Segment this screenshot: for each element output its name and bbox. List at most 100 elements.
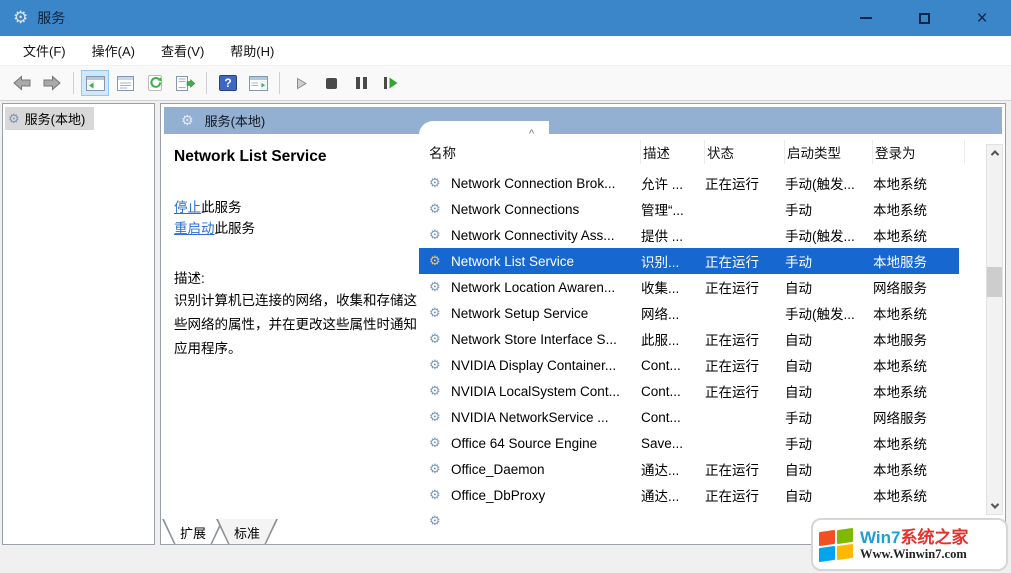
cell-status: 正在运行	[705, 177, 759, 192]
export-list-button[interactable]	[171, 70, 199, 96]
cell-startup-type: 手动(触发...	[785, 307, 855, 322]
list-scrollbar[interactable]	[986, 144, 1003, 515]
cell-status: 正在运行	[705, 359, 759, 374]
cell-name: Office_Daemon	[451, 461, 545, 477]
toolbar-separator	[73, 72, 74, 94]
cell-logon-as: 本地系统	[873, 229, 927, 244]
service-rows: ⚙ Network Connection Brok... 允许 ... 正在运行…	[419, 170, 986, 534]
cell-logon-as: 本地系统	[873, 307, 927, 322]
stop-service-action: 停止此服务	[174, 196, 242, 216]
cell-startup-type: 自动	[785, 463, 812, 478]
restart-service-suffix: 此服务	[214, 221, 256, 236]
column-header-name[interactable]: 名称	[427, 140, 641, 164]
services-app-icon: ⚙	[13, 8, 29, 27]
cell-startup-type: 自动	[785, 359, 812, 374]
tab-extended[interactable]: 扩展	[162, 519, 224, 544]
cell-startup-type: 自动	[785, 489, 812, 504]
cell-status: 正在运行	[705, 333, 759, 348]
show-console-tree-icon	[85, 75, 105, 91]
menu-view[interactable]: 查看(V)	[148, 36, 217, 65]
column-header-description[interactable]: 描述	[641, 140, 705, 164]
scroll-down-button[interactable]	[987, 498, 1002, 514]
table-row[interactable]: ⚙ NVIDIA LocalSystem Cont... Cont... 正在运…	[419, 378, 986, 404]
watermark-brand: Win7系统之家	[860, 527, 969, 547]
close-button[interactable]: ×	[953, 0, 1011, 36]
cell-status: 正在运行	[705, 385, 759, 400]
cell-description: 管理“...	[641, 203, 684, 218]
service-gear-icon: ⚙	[429, 487, 441, 502]
cell-name: Office 64 Source Engine	[451, 435, 598, 451]
table-row[interactable]: ⚙ Network Connections 管理“... 手动 本地系统	[419, 196, 986, 222]
chevron-up-icon	[990, 150, 999, 159]
tree-item-label: 服务(本地)	[24, 112, 86, 127]
service-gear-icon: ⚙	[429, 253, 441, 268]
windows-flag-icon	[819, 527, 855, 562]
table-row[interactable]: ⚙ NVIDIA NetworkService ... Cont... 手动 网…	[419, 404, 986, 430]
maximize-button[interactable]	[895, 0, 953, 36]
menu-help[interactable]: 帮助(H)	[217, 36, 287, 65]
toolbar: ?	[0, 66, 1011, 101]
column-header-startup-type[interactable]: 启动类型	[785, 140, 873, 164]
table-row[interactable]: ⚙ NVIDIA Display Container... Cont... 正在…	[419, 352, 986, 378]
column-header-logon-as[interactable]: 登录为	[873, 140, 965, 164]
show-action-pane-icon	[248, 75, 268, 91]
start-service-button[interactable]	[287, 70, 315, 96]
restart-service-link[interactable]: 重启动	[174, 221, 215, 236]
cell-logon-as: 本地服务	[873, 333, 927, 348]
pause-service-button[interactable]	[347, 70, 375, 96]
service-gear-icon: ⚙	[429, 331, 441, 346]
winwin7-watermark: Win7系统之家 Www.Winwin7.com	[811, 518, 1008, 571]
forward-icon	[43, 75, 61, 91]
help-button[interactable]: ?	[214, 70, 242, 96]
menu-action[interactable]: 操作(A)	[79, 36, 148, 65]
cell-logon-as: 本地服务	[873, 255, 927, 270]
minimize-icon	[860, 17, 872, 19]
cell-logon-as: 本地系统	[873, 489, 927, 504]
table-row[interactable]: ⚙ Network Connection Brok... 允许 ... 正在运行…	[419, 170, 986, 196]
cell-logon-as: 本地系统	[873, 437, 927, 452]
minimize-button[interactable]	[837, 0, 895, 36]
cell-name: NVIDIA NetworkService ...	[451, 409, 609, 425]
chevron-down-icon	[990, 500, 999, 509]
description-label: 描述:	[174, 271, 205, 286]
service-gear-icon: ⚙	[429, 513, 441, 528]
column-header-status[interactable]: 状态	[705, 140, 785, 164]
restart-service-action: 重启动此服务	[174, 217, 255, 237]
show-console-tree-button[interactable]	[81, 70, 109, 96]
service-gear-icon: ⚙	[429, 279, 441, 294]
scrollbar-thumb[interactable]	[987, 267, 1002, 297]
table-row[interactable]: ⚙ Office 64 Source Engine Save... 手动 本地系…	[419, 430, 986, 456]
show-action-pane-button[interactable]	[244, 70, 272, 96]
back-button[interactable]	[8, 70, 36, 96]
service-gear-icon: ⚙	[429, 435, 441, 450]
table-row[interactable]: ⚙ Network Location Awaren... 收集... 正在运行 …	[419, 274, 986, 300]
properties-icon	[116, 75, 134, 91]
table-row[interactable]: ⚙ Network Setup Service 网络... 手动(触发... 本…	[419, 300, 986, 326]
table-row[interactable]: ⚙ Network List Service 识别... 正在运行 手动 本地服…	[419, 248, 959, 274]
stop-service-button[interactable]	[317, 70, 345, 96]
table-row[interactable]: ⚙ Office_Daemon 通达... 正在运行 自动 本地系统	[419, 456, 986, 482]
service-gear-icon: ⚙	[429, 409, 441, 424]
refresh-button[interactable]	[141, 70, 169, 96]
cell-description: 收集...	[641, 281, 680, 296]
table-row[interactable]: ⚙ Network Store Interface S... 此服... 正在运…	[419, 326, 986, 352]
stop-service-icon	[325, 77, 337, 89]
properties-button[interactable]	[111, 70, 139, 96]
window-title: 服务	[37, 10, 66, 26]
stop-service-link[interactable]: 停止	[174, 200, 201, 215]
tab-standard[interactable]: 标准	[216, 519, 278, 544]
menu-file[interactable]: 文件(F)	[10, 36, 79, 65]
cell-description: 通达...	[641, 463, 680, 478]
scroll-up-button[interactable]	[987, 145, 1002, 161]
cell-logon-as: 本地系统	[873, 203, 927, 218]
window-controls: ×	[837, 0, 1011, 36]
forward-button[interactable]	[38, 70, 66, 96]
table-row[interactable]: ⚙ Office_DbProxy 通达... 正在运行 自动 本地系统	[419, 482, 986, 508]
cell-startup-type: 手动(触发...	[785, 177, 855, 192]
table-row[interactable]: ⚙ Network Connectivity Ass... 提供 ... 手动(…	[419, 222, 986, 248]
services-detail-panel: ⚙ 服务(本地) Network List Service 停止此服务 重启动此…	[160, 103, 1006, 545]
restart-service-button[interactable]	[377, 70, 405, 96]
service-description: 识别计算机已连接的网络，收集和存储这些网络的属性，并在更改这些属性时通知应用程序…	[174, 293, 417, 356]
tree-item-services-local[interactable]: ⚙ 服务(本地)	[5, 107, 95, 130]
title-bar: ⚙ 服务 ×	[0, 0, 1011, 36]
